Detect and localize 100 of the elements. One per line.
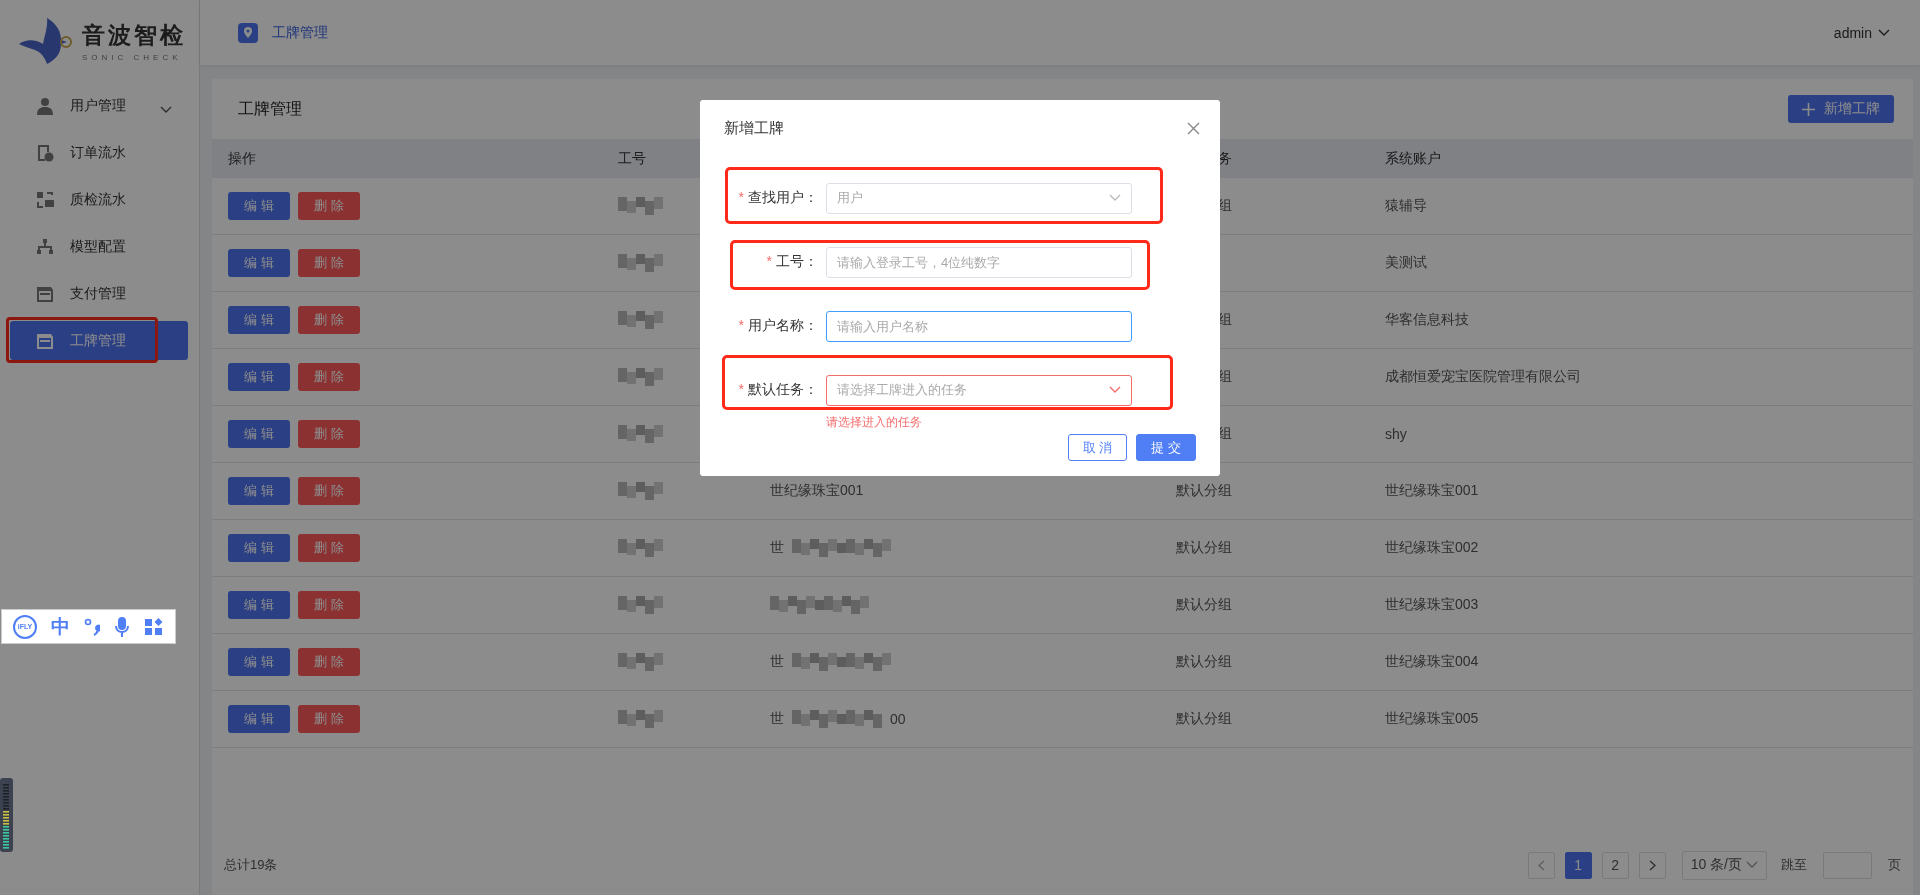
error-message: 请选择进入的任务 xyxy=(826,413,922,431)
table-cell: shy xyxy=(1385,426,1407,442)
edit-button[interactable]: 编 辑 xyxy=(228,420,290,448)
table-cell: 默认分组 xyxy=(1176,653,1232,671)
pixelated-patch xyxy=(618,197,663,215)
table-cell: 华客信息科技 xyxy=(1385,311,1469,329)
field-label: * 查找用户： xyxy=(737,189,819,207)
table-cell: 世纪缘珠宝001 xyxy=(1385,482,1479,500)
dialog-title: 新增工牌 xyxy=(724,118,784,138)
column-header: 工号 xyxy=(618,149,646,168)
page-button[interactable]: 2 xyxy=(1601,851,1629,879)
chevron-left-icon xyxy=(1537,859,1545,871)
field-label: * 用户名称： xyxy=(737,317,819,335)
delete-button[interactable]: 删 除 xyxy=(298,534,360,562)
table-cell: 默认分组 xyxy=(1176,539,1232,557)
select-field[interactable]: 用户 xyxy=(826,182,1132,214)
caret-icon xyxy=(1878,28,1890,37)
delete-button[interactable]: 删 除 xyxy=(298,591,360,619)
submit-button[interactable]: 提 交 xyxy=(1136,434,1196,461)
folder-icon xyxy=(36,331,54,350)
delete-button[interactable]: 删 除 xyxy=(298,420,360,448)
table-cell: 默认分组 xyxy=(1176,596,1232,614)
input-field[interactable]: 请输入用户名称 xyxy=(826,310,1132,342)
column-header: 务 xyxy=(1218,149,1232,168)
total-count: 总计19条 xyxy=(224,856,278,874)
table-cell: 默认分组 xyxy=(1176,482,1232,500)
page-button[interactable]: 1 xyxy=(1564,851,1592,879)
cancel-button[interactable]: 取 消 xyxy=(1067,434,1128,461)
table-cell: 世纪缘珠宝005 xyxy=(1385,710,1479,728)
table-cell: 猿辅导 xyxy=(1385,197,1427,215)
pixelated-patch xyxy=(618,539,663,557)
chevron-down-icon xyxy=(1109,194,1121,202)
table-cell: 世纪缘珠宝003 xyxy=(1385,596,1479,614)
chevron-down-icon xyxy=(1746,861,1758,869)
add-button[interactable]: 新增工牌 xyxy=(1788,95,1894,123)
folder-icon xyxy=(36,284,54,303)
pixelated-patch xyxy=(618,311,663,329)
logo-tagline: SONIC CHECK xyxy=(82,53,183,62)
location-pin-icon xyxy=(238,22,258,43)
edit-button[interactable]: 编 辑 xyxy=(228,477,290,505)
user-icon xyxy=(36,96,54,115)
column-header: 系统账户 xyxy=(1385,149,1441,168)
punctuation-icon[interactable] xyxy=(84,616,100,637)
jump-label: 跳至 xyxy=(1781,856,1807,874)
page-size-select[interactable]: 10 条/页 xyxy=(1681,850,1767,880)
pixelated-patch xyxy=(618,653,663,671)
pixelated-patch xyxy=(618,482,663,500)
table-cell: 世纪缘珠宝004 xyxy=(1385,653,1479,671)
page-title: 工牌管理 xyxy=(238,98,302,119)
edit-button[interactable]: 编 辑 xyxy=(228,249,290,277)
delete-button[interactable]: 删 除 xyxy=(298,648,360,676)
field-label: * 工号： xyxy=(765,253,819,271)
table-cell: 世纪缘珠宝001 xyxy=(770,482,864,500)
delete-button[interactable]: 删 除 xyxy=(298,192,360,220)
table-cell: 世 xyxy=(770,653,784,671)
delete-button[interactable]: 删 除 xyxy=(298,249,360,277)
table-cell: 00 xyxy=(890,711,906,727)
edit-button[interactable]: 编 辑 xyxy=(228,192,290,220)
table-cell: 世 xyxy=(770,710,784,728)
pixelated-patch xyxy=(618,710,663,728)
chevron-down-icon xyxy=(160,106,172,114)
column-header: 操作 xyxy=(228,149,256,168)
delete-button[interactable]: 删 除 xyxy=(298,363,360,391)
table-cell: 美测试 xyxy=(1385,254,1427,272)
apps-icon[interactable] xyxy=(144,616,164,637)
plus-icon xyxy=(1802,102,1815,116)
edit-button[interactable]: 编 辑 xyxy=(228,591,290,619)
sidebar-item[interactable]: 模型配置 xyxy=(10,227,188,266)
edit-button[interactable]: 编 辑 xyxy=(228,648,290,676)
delete-button[interactable]: 删 除 xyxy=(298,306,360,334)
table-cell: 世纪缘珠宝002 xyxy=(1385,539,1479,557)
edit-button[interactable]: 编 辑 xyxy=(228,363,290,391)
page-unit-label: 页 xyxy=(1888,856,1901,874)
edit-button[interactable]: 编 辑 xyxy=(228,705,290,733)
sidebar-item[interactable]: 订单流水 xyxy=(10,133,188,172)
chevron-right-icon xyxy=(1648,859,1656,871)
user-menu[interactable]: admin xyxy=(1833,24,1890,41)
table-cell: 默认分组 xyxy=(1176,710,1232,728)
delete-button[interactable]: 删 除 xyxy=(298,705,360,733)
close-icon[interactable] xyxy=(1187,121,1200,135)
microphone-icon[interactable] xyxy=(114,615,130,638)
edit-button[interactable]: 编 辑 xyxy=(228,306,290,334)
logo-name: 音波智检 xyxy=(82,21,186,50)
next-page-button[interactable] xyxy=(1638,851,1666,879)
sidebar-item[interactable]: 用户管理 xyxy=(10,86,188,125)
table-cell: 成都恒爱宠宝医院管理有限公司 xyxy=(1385,368,1581,386)
select-field[interactable]: 请选择工牌进入的任务 xyxy=(826,374,1132,406)
pixelated-patch xyxy=(618,368,663,386)
table-cell: 世 xyxy=(770,539,784,557)
chevron-down-icon xyxy=(1109,386,1121,394)
pixelated-patch xyxy=(618,596,663,614)
input-mode-toggle[interactable]: 中 xyxy=(51,613,70,640)
field-label: * 默认任务： xyxy=(737,381,819,399)
sidebar-item[interactable]: 支付管理 xyxy=(10,274,188,313)
pixelated-patch xyxy=(618,425,663,443)
sidebar-item[interactable]: 质检流水 xyxy=(10,180,188,219)
delete-button[interactable]: 删 除 xyxy=(298,477,360,505)
breadcrumb-link[interactable]: 工牌管理 xyxy=(272,23,328,42)
edit-button[interactable]: 编 辑 xyxy=(228,534,290,562)
pixelated-patch xyxy=(618,254,663,272)
